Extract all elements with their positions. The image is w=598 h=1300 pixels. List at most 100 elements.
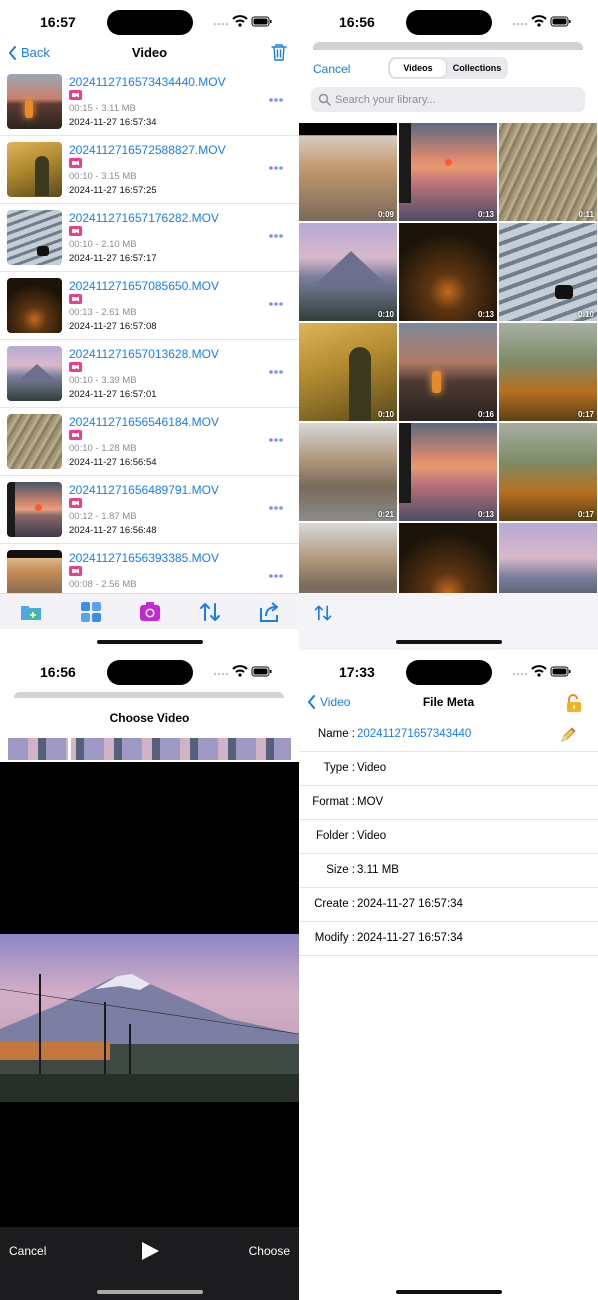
- more-dots-icon[interactable]: [268, 301, 284, 307]
- sort-arrows-icon[interactable]: [313, 603, 333, 623]
- grid-video[interactable]: 0:13: [399, 423, 497, 521]
- grid-video[interactable]: 0:13: [399, 123, 497, 221]
- grid-icon[interactable]: [79, 600, 103, 624]
- video-meta: 00:10 - 3.39 MB: [69, 375, 137, 386]
- video-duration: 0:16: [477, 410, 494, 419]
- page-title: Choose Video: [109, 711, 190, 725]
- timeline-strip[interactable]: [8, 738, 291, 760]
- cancel-button[interactable]: Cancel: [9, 1244, 46, 1258]
- grid-video[interactable]: [299, 523, 397, 593]
- more-dots-icon[interactable]: [268, 505, 284, 511]
- more-dots-icon[interactable]: [268, 437, 284, 443]
- grid-video[interactable]: 0:16: [399, 323, 497, 421]
- unlock-icon[interactable]: [564, 693, 584, 713]
- trash-icon[interactable]: [271, 43, 287, 61]
- video-duration: 0:21: [377, 510, 394, 519]
- grid-video[interactable]: 0:10: [299, 223, 397, 321]
- status-icons: [213, 665, 272, 677]
- meta-label: Modify :: [314, 932, 355, 944]
- meta-value: Video: [357, 830, 387, 842]
- home-indicator: [97, 1290, 203, 1294]
- video-meta: 00:08 - 2.56 MB: [69, 579, 137, 590]
- video-meta: 00:15 - 3.11 MB: [69, 103, 136, 114]
- list-item[interactable]: 202411271657176282.MOV 00:10 - 2.10 MB 2…: [0, 204, 299, 272]
- video-thumbnail: [7, 278, 62, 333]
- video-name: 202411271656393385.MOV: [69, 551, 219, 565]
- video-camera-icon: [69, 498, 82, 508]
- camera-icon[interactable]: [138, 600, 162, 624]
- grid-video[interactable]: 0:10: [499, 223, 597, 321]
- video-camera-icon: [69, 90, 82, 100]
- list-item[interactable]: 2024112716572588827.MOV 00:10 - 3.15 MB …: [0, 136, 299, 204]
- video-meta: 00:13 - 2.61 MB: [69, 307, 137, 318]
- video-camera-icon: [69, 430, 82, 440]
- grid-video[interactable]: 0:21: [299, 423, 397, 521]
- sheet-stack-edge: [313, 42, 583, 50]
- nav-bar: Back Video: [0, 40, 299, 68]
- video-date: 2024-11-27 16:56:48: [69, 525, 157, 536]
- more-dots-icon[interactable]: [268, 97, 284, 103]
- status-icons: [512, 15, 571, 27]
- status-time: 16:56: [339, 14, 375, 30]
- grid-video[interactable]: [499, 523, 597, 593]
- video-duration: 0:10: [577, 310, 594, 319]
- grid-video[interactable]: 0:13: [399, 223, 497, 321]
- tab-videos[interactable]: Videos: [390, 59, 446, 77]
- tab-collections[interactable]: Collections: [448, 59, 506, 77]
- more-dots-icon[interactable]: [268, 573, 284, 579]
- video-list: 2024112716573434440.MOV 00:15 - 3.11 MB …: [0, 68, 299, 593]
- status-time: 16:57: [40, 14, 76, 30]
- list-item[interactable]: 202411271657013628.MOV 00:10 - 3.39 MB 2…: [0, 340, 299, 408]
- video-camera-icon: [69, 226, 82, 236]
- choose-button[interactable]: Choose: [249, 1244, 290, 1258]
- more-dots-icon[interactable]: [268, 165, 284, 171]
- video-date: 2024-11-27 16:57:17: [69, 253, 157, 264]
- list-item[interactable]: 202411271657085650.MOV 00:13 - 2.61 MB 2…: [0, 272, 299, 340]
- more-dots-icon[interactable]: [268, 233, 284, 239]
- video-meta: 00:10 - 2.10 MB: [69, 239, 137, 250]
- list-item[interactable]: 202411271656393385.MOV 00:08 - 2.56 MB: [0, 544, 299, 593]
- share-icon[interactable]: [258, 600, 282, 624]
- list-item[interactable]: 202411271656546184.MOV 00:10 - 1.28 MB 2…: [0, 408, 299, 476]
- mountain-scene-image: [0, 934, 299, 1102]
- video-thumbnail: [7, 414, 62, 469]
- play-icon[interactable]: [140, 1241, 160, 1261]
- page-title: File Meta: [422, 695, 475, 709]
- video-date: 2024-11-27 16:57:01: [69, 389, 157, 400]
- video-picker-screen: 16:56 Cancel Videos Collections 0:09 0:1…: [299, 0, 598, 650]
- battery-icon: [550, 666, 571, 677]
- video-duration: 0:09: [377, 210, 394, 219]
- meta-value: 2024-11-27 16:57:34: [357, 898, 463, 910]
- status-icons: [213, 15, 272, 27]
- grid-video[interactable]: 0:17: [499, 323, 597, 421]
- meta-label: Folder :: [316, 830, 355, 842]
- folder-add-icon[interactable]: [19, 600, 43, 624]
- bottom-toolbar: [0, 593, 299, 629]
- grid-video[interactable]: 0:11: [499, 123, 597, 221]
- grid-video[interactable]: 0:09: [299, 123, 397, 221]
- sort-arrows-icon[interactable]: [198, 600, 222, 624]
- meta-value: Video: [357, 762, 387, 774]
- list-item[interactable]: 2024112716573434440.MOV 00:15 - 3.11 MB …: [0, 68, 299, 136]
- video-thumbnail: [7, 74, 62, 129]
- more-dots-icon[interactable]: [268, 369, 284, 375]
- grid-video[interactable]: 0:17: [499, 423, 597, 521]
- timeline-handle[interactable]: [68, 736, 71, 762]
- dynamic-island: [107, 10, 193, 35]
- video-name: 202411271657176282.MOV: [69, 211, 219, 225]
- cancel-button[interactable]: Cancel: [313, 62, 350, 76]
- grid-video[interactable]: 0:10: [299, 323, 397, 421]
- meta-row-size: Size : 3.11 MB: [299, 854, 598, 888]
- page-title: Video: [131, 45, 168, 60]
- meta-label: Name :: [317, 728, 355, 740]
- pencil-icon[interactable]: [558, 725, 578, 745]
- video-duration: 0:13: [477, 310, 494, 319]
- search-input[interactable]: [335, 91, 575, 108]
- grid-video[interactable]: [399, 523, 497, 593]
- video-duration: 0:13: [477, 510, 494, 519]
- choose-video-screen: 16:56 Choose Video Cancel Choose: [0, 650, 299, 1300]
- list-item[interactable]: 202411271656489791.MOV 00:12 - 1.87 MB 2…: [0, 476, 299, 544]
- video-thumbnail: [7, 550, 62, 593]
- home-indicator: [396, 640, 502, 644]
- meta-value[interactable]: 202411271657343440: [357, 728, 471, 740]
